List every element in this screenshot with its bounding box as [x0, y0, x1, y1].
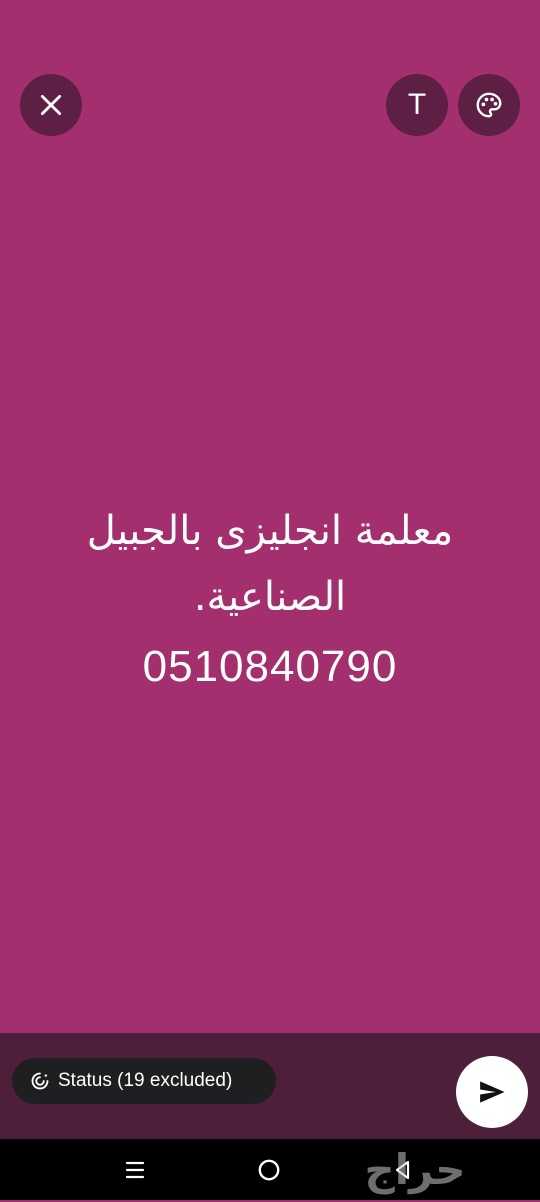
- send-icon: [480, 1081, 505, 1103]
- status-ring-icon: [30, 1071, 50, 1091]
- recents-icon: [125, 1161, 145, 1179]
- text-tool-label: T: [407, 88, 427, 121]
- back-icon: [395, 1160, 410, 1180]
- close-button[interactable]: [20, 74, 82, 136]
- recents-button[interactable]: [118, 1153, 152, 1187]
- back-button[interactable]: [386, 1153, 420, 1187]
- system-navigation-bar: [0, 1139, 540, 1200]
- text-style-button[interactable]: T: [386, 74, 448, 136]
- status-line-2: الصناعية.: [193, 574, 347, 620]
- color-palette-button[interactable]: [458, 74, 520, 136]
- status-phone-number: 0510840790: [142, 642, 398, 691]
- palette-icon: [476, 92, 502, 118]
- status-audience-label: Status (19 excluded): [58, 1070, 233, 1091]
- close-icon: [40, 94, 62, 116]
- status-line-1: معلمة انجليزى بالجبيل: [86, 508, 454, 554]
- send-button[interactable]: [456, 1056, 528, 1128]
- status-text[interactable]: معلمة انجليزى بالجبيل الصناعية. 05108407…: [40, 498, 500, 700]
- status-audience-chip[interactable]: Status (19 excluded): [12, 1058, 276, 1104]
- home-button[interactable]: [252, 1153, 286, 1187]
- home-icon: [258, 1159, 280, 1181]
